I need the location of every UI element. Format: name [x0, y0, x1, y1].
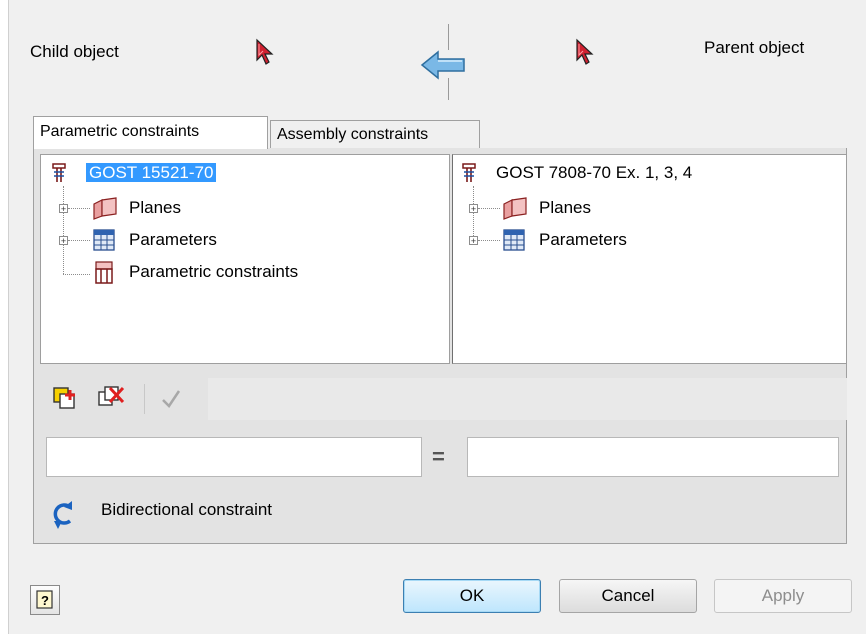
tree-item-label: Parametric constraints — [129, 262, 299, 281]
tree-line — [478, 240, 500, 241]
right-expression-field[interactable] — [467, 437, 839, 477]
tree-item-parametric-constraints[interactable]: Parametric constraints — [126, 261, 301, 283]
tree-item-label: Parameters — [539, 230, 627, 249]
parameters-table-icon — [90, 228, 118, 252]
parameters-table-icon — [500, 228, 528, 252]
planes-icon — [90, 196, 118, 220]
tab-parametric-constraints[interactable]: Parametric constraints — [33, 116, 268, 149]
header-divider-bottom — [448, 78, 449, 100]
delete-constraint-icon — [98, 386, 125, 406]
part-icon — [460, 162, 480, 184]
toolbar-separator — [144, 384, 145, 414]
part-icon — [50, 162, 70, 184]
left-expression-field[interactable] — [46, 437, 422, 477]
tree-line — [478, 208, 500, 209]
svg-text:?: ? — [41, 593, 49, 608]
parametric-constraints-icon — [90, 260, 118, 286]
add-constraint-button[interactable] — [52, 384, 80, 412]
help-icon: ? — [36, 590, 53, 609]
planes-icon — [500, 196, 528, 220]
toolbar-status-strip — [208, 378, 847, 420]
tree-root-parent[interactable]: GOST 7808-70 Ex. 1, 3, 4 — [493, 162, 695, 184]
tree-item-label: Planes — [539, 198, 591, 217]
tree-item-label: Planes — [129, 198, 181, 217]
tree-line — [68, 240, 90, 241]
checkmark-icon — [162, 390, 181, 408]
parent-object-label: Parent object — [704, 38, 805, 57]
cancel-button[interactable]: Cancel — [559, 579, 697, 613]
expand-parameters-toggle[interactable]: + — [469, 236, 478, 246]
delete-constraint-button[interactable] — [96, 384, 126, 412]
bidirectional-icon — [53, 501, 72, 529]
ok-button[interactable]: OK — [403, 579, 541, 613]
parent-tree[interactable] — [452, 154, 847, 364]
cursor-arrow-icon — [576, 38, 594, 65]
tree-item-label: Parameters — [129, 230, 217, 249]
equals-operator: = — [432, 444, 445, 469]
tree-line — [63, 274, 90, 275]
expand-parameters-toggle[interactable]: + — [59, 236, 68, 246]
apply-button[interactable]: Apply — [714, 579, 852, 613]
cursor-arrow-icon — [256, 38, 274, 65]
expand-planes-toggle[interactable]: + — [469, 204, 478, 214]
tree-root-parent-label: GOST 7808-70 Ex. 1, 3, 4 — [496, 163, 693, 182]
child-tree[interactable] — [40, 154, 450, 364]
child-object-picker-icon[interactable] — [255, 38, 277, 66]
child-object-label: Child object — [30, 42, 119, 61]
tree-line — [63, 186, 64, 274]
parent-object-picker-icon[interactable] — [575, 38, 597, 66]
tree-item-planes-child[interactable]: Planes — [126, 197, 184, 219]
tree-item-parameters-child[interactable]: Parameters — [126, 229, 220, 251]
apply-constraint-button[interactable] — [160, 388, 182, 410]
direction-arrow-icon — [420, 50, 466, 80]
header-divider-top — [448, 24, 449, 50]
tree-root-child[interactable]: GOST 15521-70 — [86, 162, 217, 184]
tree-item-planes-parent[interactable]: Planes — [536, 197, 594, 219]
tab-assembly-constraints[interactable]: Assembly constraints — [270, 120, 480, 149]
tree-root-child-label: GOST 15521-70 — [86, 163, 217, 182]
tree-item-parameters-parent[interactable]: Parameters — [536, 229, 630, 251]
help-button[interactable]: ? — [30, 585, 60, 615]
bidirectional-toggle[interactable] — [48, 497, 78, 531]
expand-planes-toggle[interactable]: + — [59, 204, 68, 214]
window-left-edge — [0, 0, 8, 634]
tree-line — [68, 208, 90, 209]
add-constraint-icon — [53, 387, 75, 409]
bidirectional-label: Bidirectional constraint — [101, 500, 273, 519]
